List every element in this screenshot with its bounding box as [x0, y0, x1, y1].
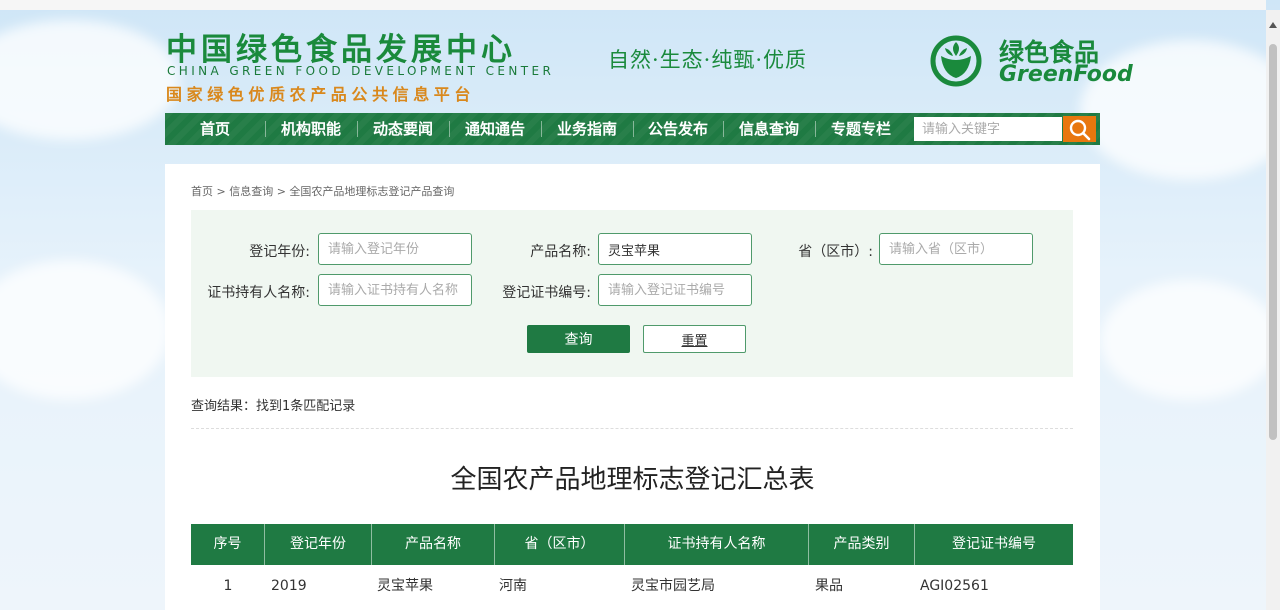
nav-item-notices[interactable]: 通知通告	[449, 113, 541, 145]
breadcrumb: 首页 > 信息查询 > 全国农产品地理标志登记产品查询	[191, 185, 455, 198]
site-logo-subtitle: 国家绿色优质农产品公共信息平台	[166, 85, 476, 104]
province-label: 省（区市）:	[798, 244, 873, 260]
table-row[interactable]: 1 2019 灵宝苹果 河南 灵宝市园艺局 果品 AGI02561	[191, 565, 1073, 607]
table-title: 全国农产品地理标志登记汇总表	[450, 465, 815, 495]
cell-category: 果品	[815, 578, 843, 594]
reset-button[interactable]: 重置	[643, 325, 746, 353]
holder-name-input[interactable]	[318, 274, 472, 306]
nav-item-news[interactable]: 动态要闻	[357, 113, 449, 145]
column-header: 登记证书编号	[952, 536, 1036, 552]
background-cloud	[0, 260, 170, 400]
nav-item-announcements[interactable]: 公告发布	[633, 113, 723, 145]
cell-year: 2019	[271, 578, 307, 594]
site-search-input[interactable]	[914, 117, 1062, 141]
site-slogan: 自然·生态·纯甄·优质	[608, 48, 808, 72]
column-header: 登记年份	[265, 524, 372, 565]
search-form: 登记年份: 产品名称: 省（区市）: 证书持有人名称: 登记证书编号: 查询 重…	[191, 210, 1073, 377]
column-header: 序号	[191, 524, 265, 565]
scroll-up-arrow-icon[interactable]	[1269, 22, 1277, 28]
cell-product-name: 灵宝苹果	[377, 578, 433, 594]
site-logo-english: CHINA GREEN FOOD DEVELOPMENT CENTER	[167, 64, 555, 78]
province-input[interactable]	[879, 233, 1033, 265]
cert-number-label: 登记证书编号:	[502, 285, 591, 301]
search-icon	[1069, 119, 1091, 141]
nav-item-topics[interactable]: 专题专栏	[815, 113, 907, 145]
main-panel: 首页 > 信息查询 > 全国农产品地理标志登记产品查询 登记年份: 产品名称: …	[165, 164, 1100, 610]
cell-cert-number: AGI02561	[920, 578, 989, 594]
site-search-button[interactable]	[1063, 116, 1096, 142]
dashed-divider	[191, 428, 1073, 429]
table-header: 序号 登记年份 产品名称 省（区市） 证书持有人名称 产品类别 登记证书编号	[191, 524, 1073, 565]
cell-index: 1	[223, 578, 233, 594]
query-button[interactable]: 查询	[527, 325, 630, 353]
main-nav: 首页 机构职能 动态要闻 通知通告 业务指南 公告发布 信息查询 专题专栏	[165, 113, 1100, 145]
registration-year-input[interactable]	[318, 233, 472, 265]
green-food-logo-icon	[930, 35, 982, 87]
background-cloud	[1100, 280, 1280, 400]
column-header: 证书持有人名称	[625, 524, 809, 565]
site-logo-title[interactable]: 中国绿色食品发展中心	[166, 24, 516, 69]
background-cloud	[0, 20, 180, 140]
top-strip	[0, 0, 1266, 10]
page-scrollbar[interactable]	[1266, 10, 1280, 610]
nav-item-home[interactable]: 首页	[165, 113, 265, 145]
product-name-input[interactable]	[598, 233, 752, 265]
nav-item-functions[interactable]: 机构职能	[265, 113, 357, 145]
column-header: 产品类别	[809, 524, 915, 565]
nav-item-guide[interactable]: 业务指南	[541, 113, 633, 145]
result-summary: 查询结果：找到1条匹配记录	[191, 399, 356, 414]
column-header: 产品名称	[372, 524, 495, 565]
green-food-brand-en: GreenFood	[999, 62, 1133, 87]
nav-item-info-query[interactable]: 信息查询	[723, 113, 815, 145]
year-label: 登记年份:	[249, 244, 310, 260]
holder-name-label: 证书持有人名称:	[207, 285, 310, 301]
cell-province: 河南	[499, 578, 527, 594]
cell-holder-name: 灵宝市园艺局	[631, 578, 715, 594]
column-header: 省（区市）	[495, 524, 625, 565]
product-name-label: 产品名称:	[530, 244, 591, 260]
cert-number-input[interactable]	[598, 274, 752, 306]
scroll-thumb[interactable]	[1269, 44, 1277, 440]
background-cloud	[1080, 40, 1280, 180]
